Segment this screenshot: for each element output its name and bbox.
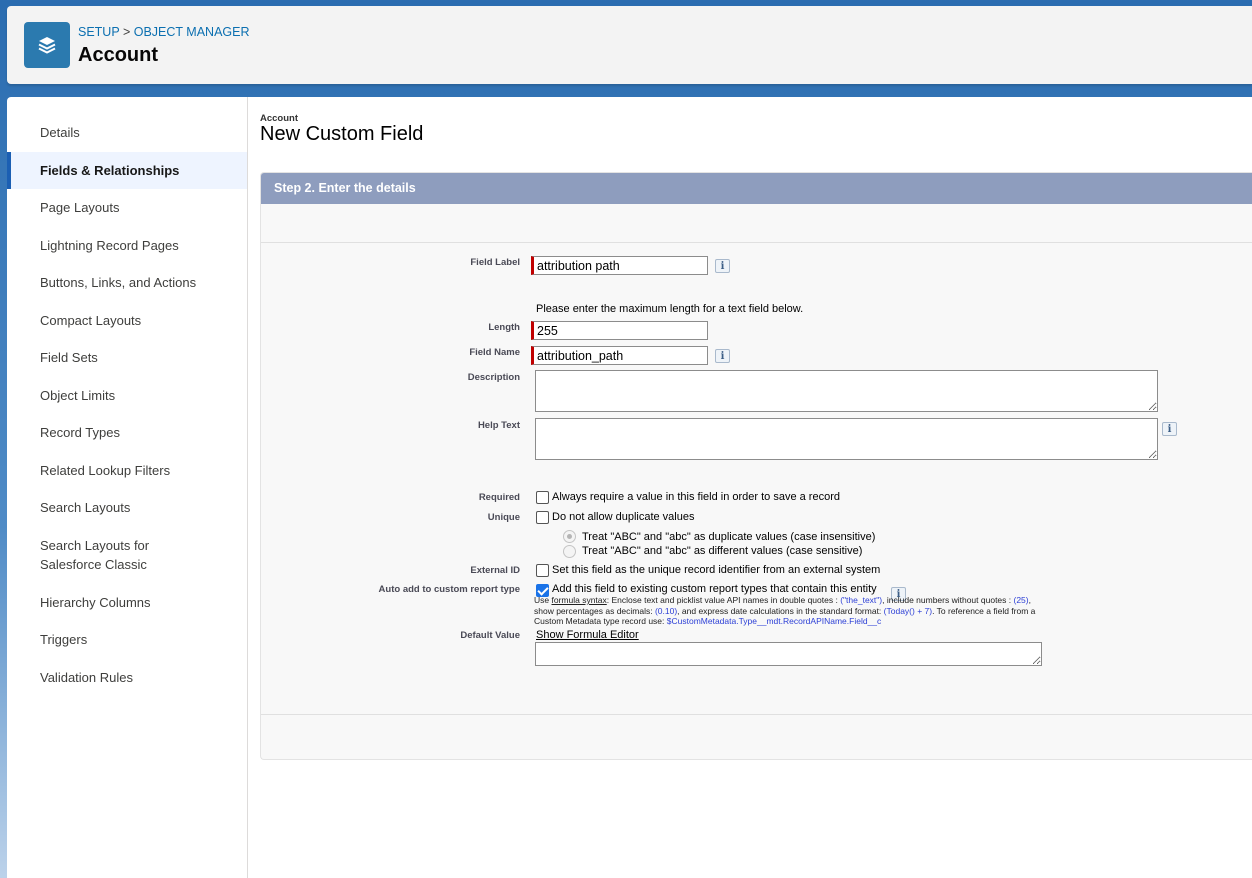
page-header: SETUP > OBJECT MANAGER Account <box>7 6 1252 84</box>
required-checkbox[interactable] <box>536 491 549 504</box>
description-textarea[interactable] <box>535 370 1158 412</box>
info-icon[interactable]: i <box>1162 422 1177 436</box>
sidebar-item-search-layouts-classic[interactable]: Search Layouts for Salesforce Classic <box>7 527 247 584</box>
auto-add-label: Auto add to custom report type <box>378 584 520 595</box>
required-label: Required <box>478 492 520 503</box>
external-id-label: External ID <box>470 565 520 576</box>
sidebar-item-search-layouts[interactable]: Search Layouts <box>7 489 247 527</box>
help-example: (25) <box>1013 595 1029 605</box>
help-text-part: : Enclose text and picklist value API na… <box>606 595 841 605</box>
length-label: Length <box>488 322 520 333</box>
field-name-input[interactable] <box>531 346 708 365</box>
external-id-checkbox[interactable] <box>536 564 549 577</box>
sidebar-item-buttons-links-actions[interactable]: Buttons, Links, and Actions <box>7 264 247 302</box>
required-text: Always require a value in this field in … <box>552 491 840 503</box>
length-note: Please enter the maximum length for a te… <box>536 303 804 315</box>
breadcrumb: SETUP > OBJECT MANAGER <box>78 25 250 39</box>
help-text-textarea[interactable] <box>535 418 1158 460</box>
breadcrumb-separator: > <box>122 25 131 39</box>
field-label-input[interactable] <box>531 256 708 275</box>
content-area: Account New Custom Field Step 2. Enter t… <box>260 97 1252 878</box>
case-insensitive-text: Treat "ABC" and "abc" as duplicate value… <box>582 531 876 543</box>
default-value-textarea[interactable] <box>535 642 1042 666</box>
description-label: Description <box>467 372 520 383</box>
sidebar-item-validation-rules[interactable]: Validation Rules <box>7 659 247 697</box>
formula-help-text: Use formula syntax: Enclose text and pic… <box>534 595 1044 627</box>
sidebar-item-page-layouts[interactable]: Page Layouts <box>7 189 247 227</box>
sidebar-item-triggers[interactable]: Triggers <box>7 621 247 659</box>
default-value-label: Default Value <box>460 630 520 641</box>
help-example: (Today() + 7) <box>883 605 933 616</box>
sidebar-item-fields-relationships[interactable]: Fields & Relationships <box>7 151 247 189</box>
sidebar-item-field-sets[interactable]: Field Sets <box>7 339 247 377</box>
help-text-label: Help Text <box>477 420 520 431</box>
step-panel: Step 2. Enter the details Field Label i … <box>260 172 1252 760</box>
main-panel: Details Fields & Relationships Page Layo… <box>7 97 1252 878</box>
info-icon[interactable]: i <box>715 349 730 363</box>
breadcrumb-object-manager-link[interactable]: OBJECT MANAGER <box>134 25 250 39</box>
info-icon[interactable]: i <box>715 259 730 273</box>
external-id-text: Set this field as the unique record iden… <box>552 564 881 576</box>
unique-text: Do not allow duplicate values <box>552 511 695 523</box>
help-text-part: , and express date calculations in the s… <box>677 605 884 616</box>
show-formula-editor-link[interactable]: Show Formula Editor <box>536 629 639 641</box>
length-input[interactable] <box>531 321 708 340</box>
case-sensitive-radio[interactable] <box>563 545 576 558</box>
sidebar-item-compact-layouts[interactable]: Compact Layouts <box>7 302 247 340</box>
help-text-part: , include numbers without quotes : <box>882 595 1014 605</box>
case-insensitive-radio[interactable] <box>563 530 576 543</box>
form-title: New Custom Field <box>260 123 424 145</box>
auto-add-text: Add this field to existing custom report… <box>552 583 877 595</box>
step-body: Field Label i Please enter the maximum l… <box>261 242 1252 715</box>
unique-label: Unique <box>487 512 520 523</box>
step-header: Step 2. Enter the details <box>261 173 1252 204</box>
field-name-label: Field Name <box>469 347 520 358</box>
breadcrumb-setup-link[interactable]: SETUP <box>78 25 119 39</box>
sidebar-item-lightning-record-pages[interactable]: Lightning Record Pages <box>7 227 247 265</box>
help-example: $CustomMetadata.Type__mdt.RecordAPIName.… <box>666 616 882 626</box>
sidebar-item-hierarchy-columns[interactable]: Hierarchy Columns <box>7 584 247 622</box>
sidebar-item-record-types[interactable]: Record Types <box>7 414 247 452</box>
page-title: Account <box>78 44 158 66</box>
formula-syntax-link[interactable]: formula syntax <box>551 595 606 605</box>
help-text-use: Use <box>534 595 552 605</box>
case-sensitive-text: Treat "ABC" and "abc" as different value… <box>582 545 863 557</box>
help-example: (0.10) <box>654 605 678 616</box>
sidebar: Details Fields & Relationships Page Layo… <box>7 97 248 878</box>
help-example: ("the_text") <box>840 595 883 605</box>
sidebar-item-details[interactable]: Details <box>7 114 247 152</box>
layers-icon <box>24 22 70 68</box>
unique-checkbox[interactable] <box>536 511 549 524</box>
sidebar-item-related-lookup-filters[interactable]: Related Lookup Filters <box>7 452 247 490</box>
sidebar-item-object-limits[interactable]: Object Limits <box>7 377 247 415</box>
field-label-label: Field Label <box>470 257 520 268</box>
